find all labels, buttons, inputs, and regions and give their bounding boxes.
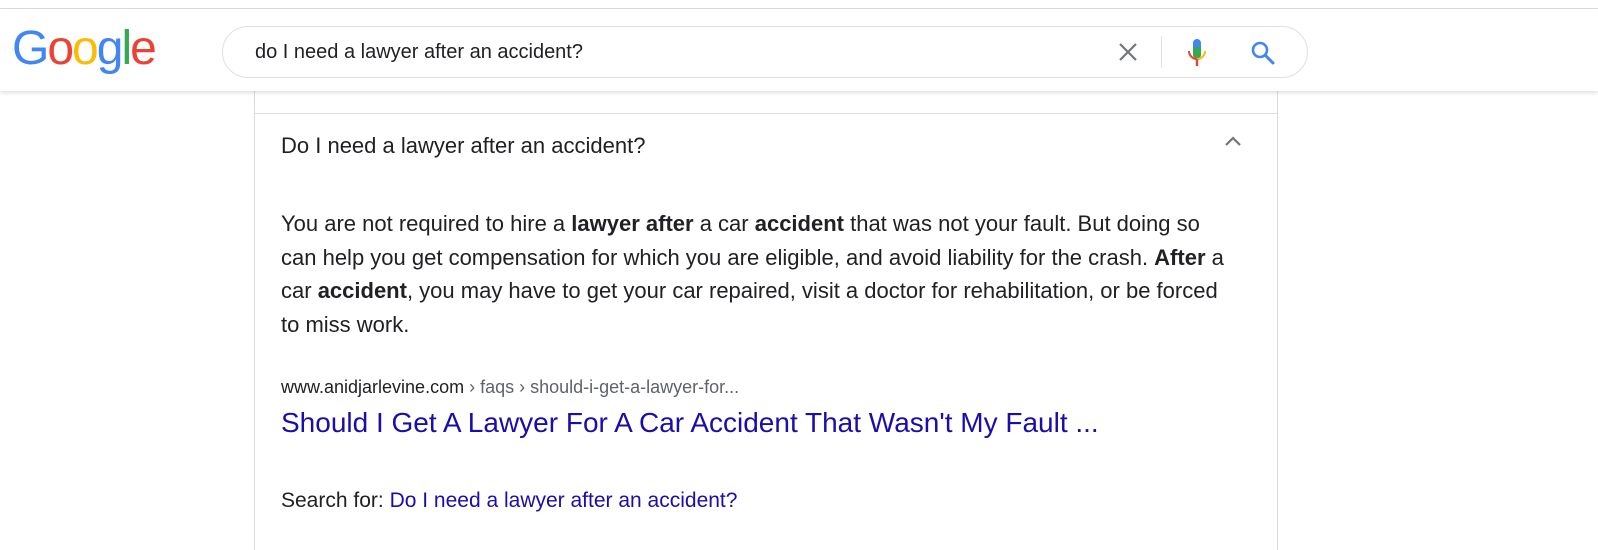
search-header: Google	[0, 9, 1598, 91]
answer-bold-term: After	[1154, 244, 1206, 270]
search-input[interactable]	[255, 37, 1095, 67]
chevron-up-icon[interactable]	[1223, 133, 1243, 149]
results-page: Do I need a lawyer after an accident? Yo…	[0, 0, 1598, 550]
logo-letter: l	[121, 22, 132, 75]
answer-text: a car	[693, 211, 755, 236]
answer-text: , you may have to get your car repaired,…	[281, 278, 1218, 337]
logo-letter: e	[130, 22, 157, 75]
result-citation: www.anidjarlevine.com › faqs › should-i-…	[281, 377, 739, 398]
logo-letter: g	[96, 22, 124, 75]
answer-bold-term: accident	[754, 211, 844, 236]
search-for-link[interactable]: Do I need a lawyer after an accident?	[390, 489, 738, 512]
question-heading[interactable]: Do I need a lawyer after an accident?	[281, 133, 645, 159]
search-box-divider	[1161, 36, 1162, 68]
answer-bold-term: accident	[317, 278, 407, 303]
result-title-link[interactable]: Should I Get A Lawyer For A Car Accident…	[281, 407, 1099, 439]
search-for-label: Search for:	[281, 489, 390, 512]
close-icon[interactable]	[1117, 41, 1139, 63]
answer-snippet: You are not required to hire a lawyer af…	[281, 207, 1241, 341]
search-box	[222, 26, 1308, 78]
google-logo[interactable]: Google	[12, 22, 157, 75]
logo-letter: o	[47, 22, 74, 75]
microphone-icon[interactable]	[1185, 37, 1209, 69]
search-icon[interactable]	[1249, 39, 1277, 67]
cite-domain: www.anidjarlevine.com	[281, 377, 465, 397]
people-also-ask-card: Do I need a lawyer after an accident? Yo…	[254, 60, 1278, 550]
answer-text: You are not required to hire a	[281, 211, 572, 236]
search-for-line: Search for: Do I need a lawyer after an …	[281, 489, 737, 513]
answer-bold-term: lawyer after	[571, 211, 694, 236]
logo-letter: o	[72, 22, 99, 75]
cite-breadcrumbs: › faqs › should-i-get-a-lawyer-for...	[464, 377, 740, 397]
logo-letter: G	[12, 22, 49, 75]
